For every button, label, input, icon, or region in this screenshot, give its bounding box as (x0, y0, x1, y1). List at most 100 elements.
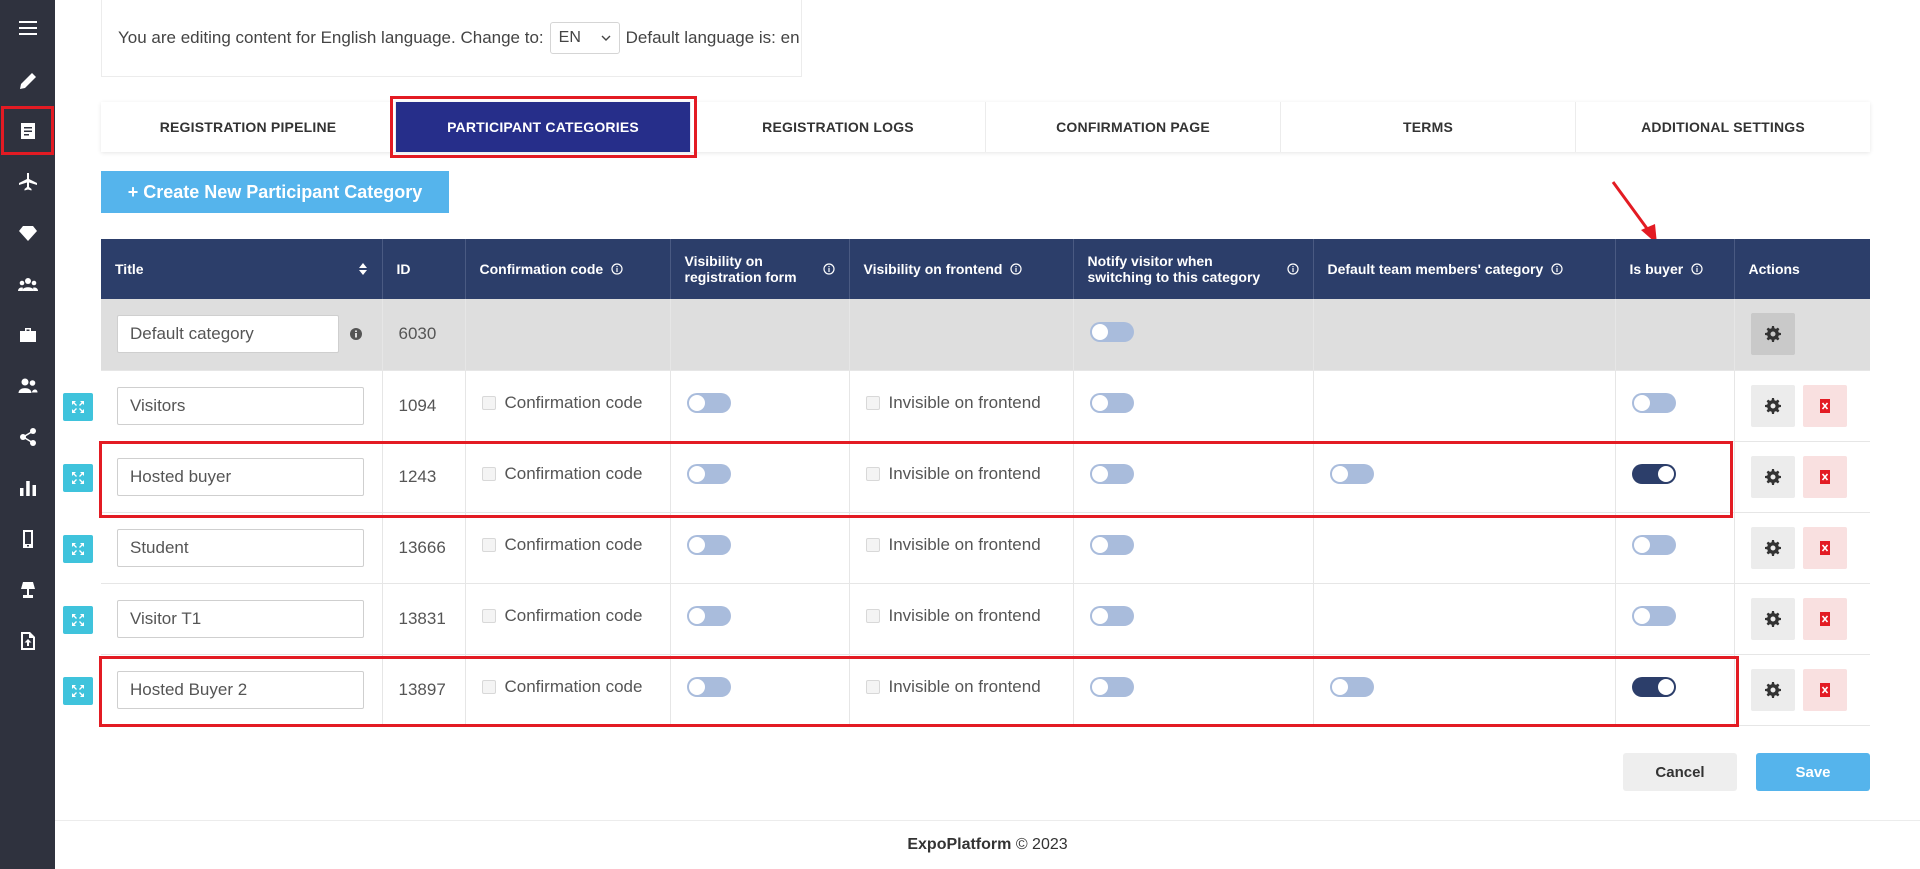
col-actions-label: Actions (1748, 261, 1800, 277)
delete-button[interactable] (1802, 668, 1847, 711)
checkbox-box[interactable] (481, 608, 496, 623)
create-participant-category-button[interactable]: + Create New Participant Category (101, 171, 449, 213)
settings-button[interactable] (1750, 597, 1795, 640)
checkbox-box[interactable] (865, 466, 880, 481)
title-input[interactable] (117, 670, 364, 709)
drag-handle[interactable] (63, 606, 93, 634)
checkbox-box[interactable] (481, 466, 496, 481)
sidebar-item-files[interactable] (0, 615, 55, 666)
is-buyer-toggle[interactable] (1631, 606, 1676, 626)
settings-button[interactable] (1750, 313, 1795, 356)
title-input[interactable] (117, 315, 339, 354)
title-input[interactable] (117, 457, 364, 496)
notify-toggle[interactable] (1089, 677, 1134, 697)
drag-handle[interactable] (63, 393, 93, 421)
checkbox-box[interactable] (865, 395, 880, 410)
sidebar-item-users[interactable] (0, 360, 55, 411)
notify-toggle[interactable] (1089, 321, 1134, 342)
notify-toggle[interactable] (1089, 393, 1134, 413)
settings-button[interactable] (1750, 526, 1795, 569)
checkbox-box[interactable] (481, 395, 496, 410)
delete-button[interactable] (1802, 455, 1847, 498)
checkbox-box[interactable] (481, 537, 496, 552)
sort-icon[interactable] (358, 262, 368, 276)
visibility-form-toggle[interactable] (686, 677, 731, 697)
visibility-form-toggle[interactable] (686, 606, 731, 626)
sidebar-item-registration[interactable] (0, 105, 55, 156)
delete-button[interactable] (1802, 526, 1847, 569)
cancel-button[interactable]: Cancel (1623, 753, 1737, 791)
language-select[interactable]: EN (549, 22, 620, 54)
delete-button[interactable] (1802, 384, 1847, 427)
group-icon (17, 277, 38, 291)
confirmation-code-checkbox[interactable]: Confirmation code (481, 464, 654, 484)
col-title-header[interactable]: Title (101, 239, 383, 299)
visibility-form-toggle[interactable] (686, 464, 731, 484)
sidebar-item-mobile[interactable] (0, 513, 55, 564)
info-icon[interactable] (1691, 263, 1703, 275)
invisible-frontend-checkbox[interactable]: Invisible on frontend (865, 606, 1057, 626)
notify-toggle[interactable] (1089, 535, 1134, 555)
info-circle-icon[interactable] (349, 327, 363, 341)
title-input[interactable] (117, 599, 364, 638)
sidebar-item-edit[interactable] (0, 55, 55, 106)
default-team-toggle[interactable] (1329, 464, 1374, 484)
tab-participant-categories[interactable]: PARTICIPANT CATEGORIES (390, 96, 697, 158)
notify-toggle[interactable] (1089, 464, 1134, 484)
info-icon[interactable] (822, 263, 835, 275)
language-select-value: EN (558, 29, 581, 46)
tab-registration-logs[interactable]: REGISTRATION LOGS (691, 102, 986, 152)
confirmation-code-checkbox[interactable]: Confirmation code (481, 677, 654, 697)
visibility-form-toggle[interactable] (686, 393, 731, 413)
is-buyer-toggle[interactable] (1631, 677, 1676, 697)
delete-button[interactable] (1802, 597, 1847, 640)
sidebar-item-menu[interactable] (0, 2, 55, 53)
info-icon[interactable] (611, 263, 623, 275)
sidebar-item-booths[interactable] (0, 564, 55, 615)
is-buyer-toggle[interactable] (1631, 393, 1676, 413)
checkbox-box[interactable] (865, 608, 880, 623)
info-icon[interactable] (1010, 263, 1023, 275)
expand-icon (72, 472, 84, 484)
settings-button[interactable] (1750, 455, 1795, 498)
settings-button[interactable] (1750, 384, 1795, 427)
settings-button[interactable] (1750, 668, 1795, 711)
info-icon[interactable] (1286, 263, 1299, 275)
visibility-form-toggle[interactable] (686, 535, 731, 555)
checkbox-box[interactable] (481, 679, 496, 694)
notify-toggle[interactable] (1089, 606, 1134, 626)
sidebar-item-groups[interactable] (0, 258, 55, 309)
tab-registration-pipeline[interactable]: REGISTRATION PIPELINE (101, 102, 396, 152)
sidebar-item-sponsors[interactable] (0, 207, 55, 258)
confirmation-code-checkbox[interactable]: Confirmation code (481, 535, 654, 555)
expand-icon (72, 685, 84, 697)
cell-visibility-frontend (849, 299, 1074, 370)
sidebar-item-travel[interactable] (0, 156, 55, 207)
invisible-frontend-checkbox[interactable]: Invisible on frontend (865, 677, 1057, 697)
invisible-frontend-checkbox[interactable]: Invisible on frontend (865, 464, 1057, 484)
info-icon[interactable] (1551, 263, 1563, 275)
drag-handle[interactable] (63, 677, 93, 705)
tab-additional-settings[interactable]: ADDITIONAL SETTINGS (1576, 102, 1870, 152)
is-buyer-toggle[interactable] (1631, 464, 1676, 484)
checkbox-box[interactable] (865, 679, 880, 694)
default-team-toggle[interactable] (1329, 677, 1374, 697)
confirmation-code-checkbox[interactable]: Confirmation code (481, 606, 654, 626)
tab-confirmation-page[interactable]: CONFIRMATION PAGE (986, 102, 1281, 152)
sidebar-item-analytics[interactable] (0, 462, 55, 513)
sidebar-item-exhibitors[interactable] (0, 309, 55, 360)
checkbox-box[interactable] (865, 537, 880, 552)
cell-confirmation (465, 299, 671, 370)
invisible-frontend-checkbox[interactable]: Invisible on frontend (865, 393, 1057, 413)
title-input[interactable] (117, 386, 364, 425)
is-buyer-toggle[interactable] (1631, 535, 1676, 555)
confirmation-code-checkbox[interactable]: Confirmation code (481, 393, 654, 413)
drag-handle[interactable] (63, 464, 93, 492)
bar-chart-icon (19, 480, 36, 496)
title-input[interactable] (117, 528, 364, 567)
save-button[interactable]: Save (1756, 753, 1870, 791)
drag-handle[interactable] (63, 535, 93, 563)
invisible-frontend-checkbox[interactable]: Invisible on frontend (865, 535, 1057, 555)
tab-terms[interactable]: TERMS (1281, 102, 1576, 152)
sidebar-item-share[interactable] (0, 411, 55, 462)
